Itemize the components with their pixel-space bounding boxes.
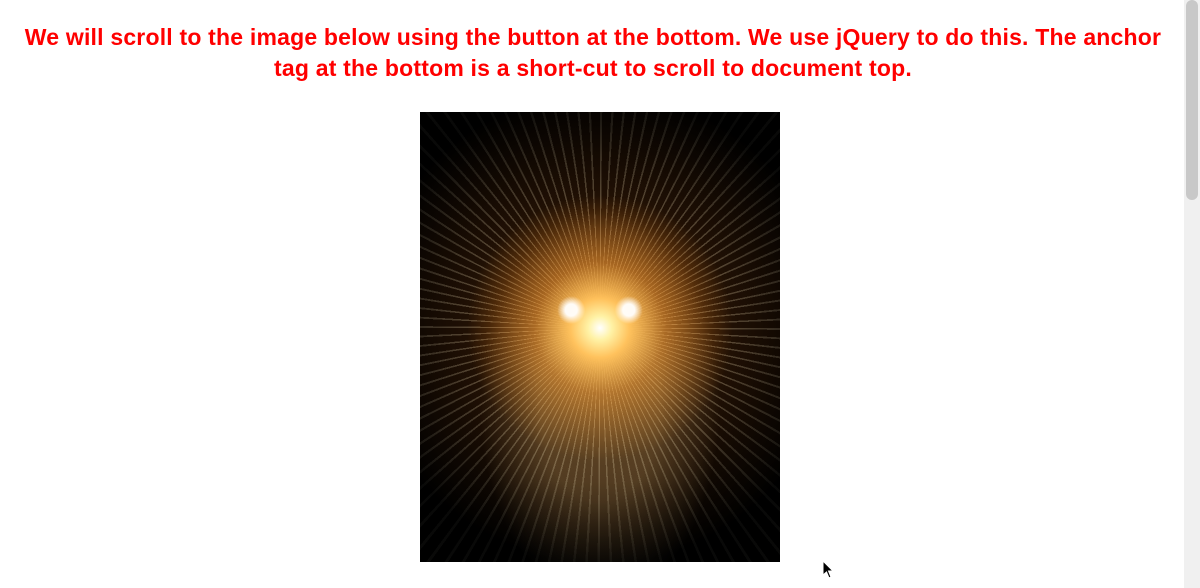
hero-image bbox=[420, 112, 780, 562]
vertical-scrollbar-track[interactable] bbox=[1184, 0, 1200, 588]
page-heading: We will scroll to the image below using … bbox=[0, 0, 1200, 84]
vertical-scrollbar-thumb[interactable] bbox=[1186, 0, 1198, 200]
image-container bbox=[0, 112, 1200, 567]
